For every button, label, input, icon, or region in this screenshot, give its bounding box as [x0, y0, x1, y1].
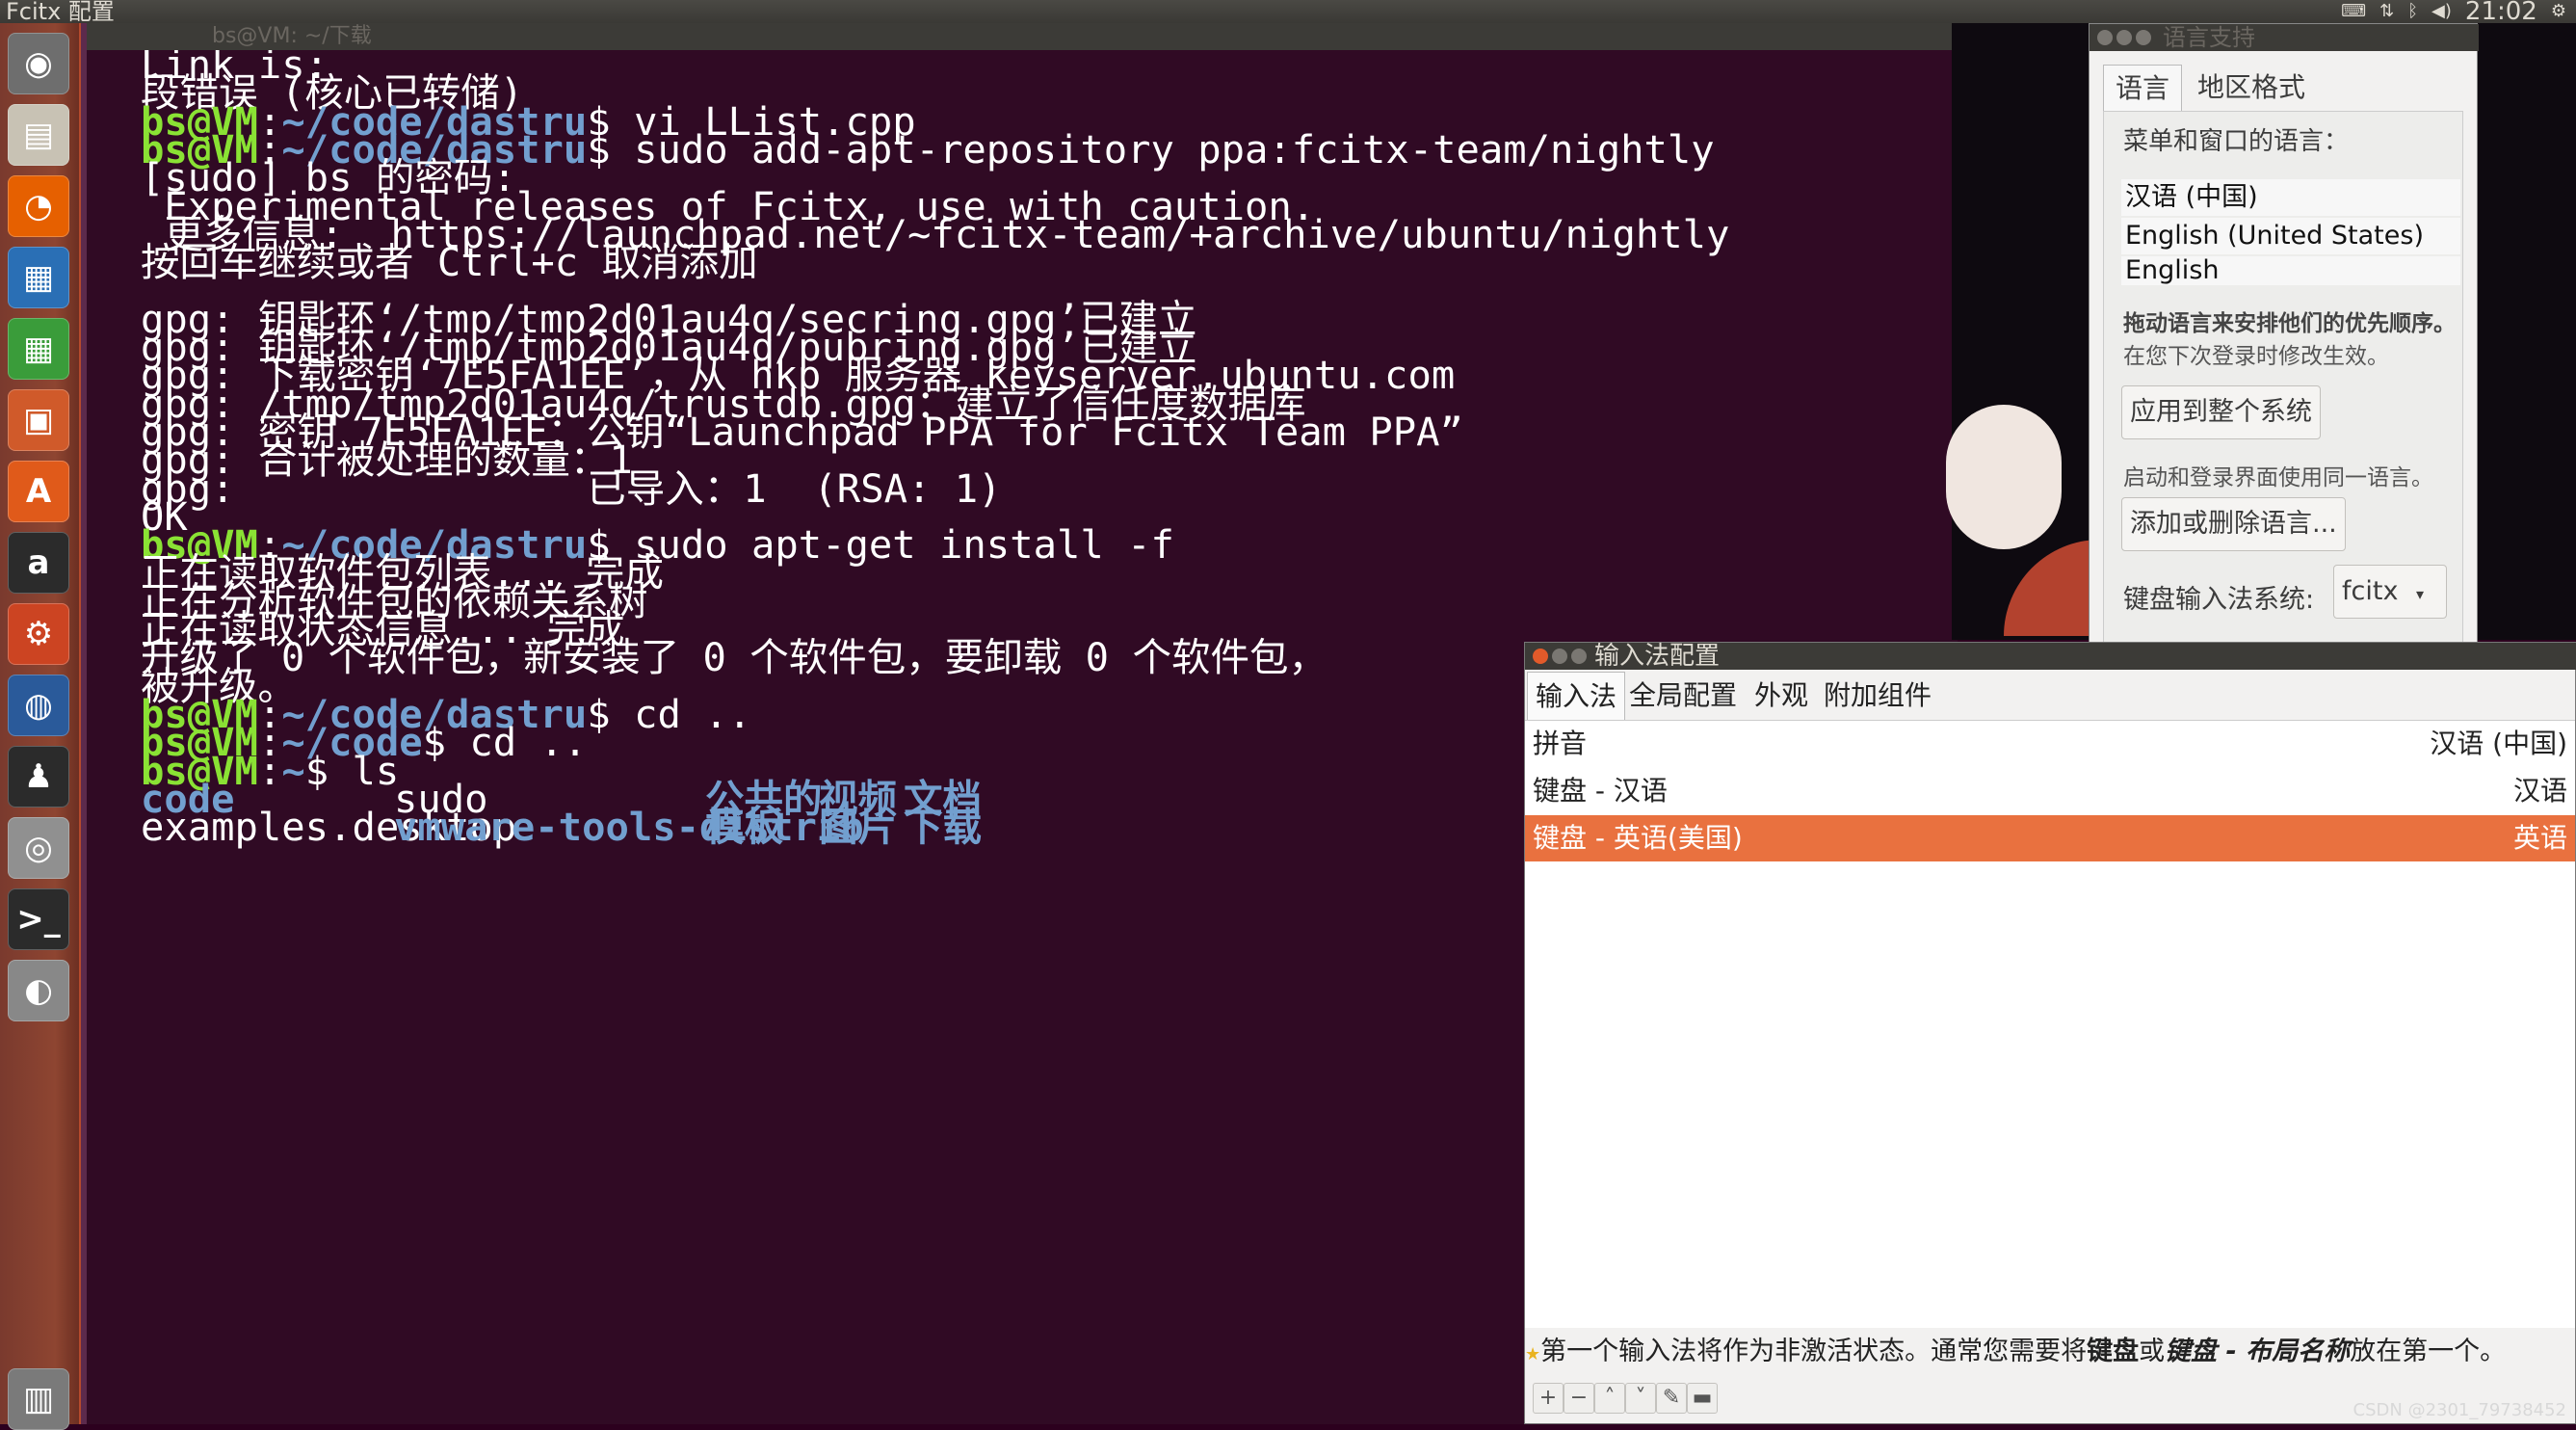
system-settings-icon[interactable]: ⚙ — [8, 603, 69, 665]
move-down-button[interactable]: ˅ — [1625, 1383, 1656, 1414]
fcitx-config-window[interactable]: 输入法配置 输入法 全局配置 外观 附加组件 拼音 汉语 (中国) 键盘 - 汉语 汉… — [1524, 642, 2576, 1424]
hint-bold-layout: 键盘 - 布局名称 — [2165, 1337, 2351, 1366]
apply-system-wide-button[interactable]: 应用到整个系统 — [2121, 385, 2321, 439]
hint-text: 放在第一个。 — [2350, 1337, 2507, 1366]
hint-bold-keyboard: 键盘 — [2087, 1337, 2140, 1366]
tab-addons[interactable]: 附加组件 — [1816, 672, 1939, 720]
menu-language-label: 菜单和窗口的语言： — [2123, 127, 2350, 156]
command-text: $ ls — [304, 747, 400, 794]
bluetooth-icon[interactable]: ᛒ — [2407, 0, 2418, 23]
prompt-path: ~ — [281, 747, 305, 794]
input-method-row[interactable]: 键盘 - 英语(美国) 英语 — [1525, 815, 2575, 861]
language-support-titlebar[interactable]: 语言支持 — [2090, 24, 2479, 51]
maximize-icon[interactable] — [1571, 649, 1587, 664]
keyboard-im-value: fcitx — [2342, 576, 2399, 606]
disk-icon[interactable]: ◍ — [8, 675, 69, 736]
calc-icon[interactable]: ▦ — [8, 318, 69, 380]
language-item[interactable]: 汉语 (中国) — [2121, 179, 2460, 216]
network-icon[interactable]: ⇅ — [2379, 0, 2394, 23]
ls-entry: vmware-tools-distrib — [394, 804, 864, 851]
input-method-name: 拼音 — [1533, 728, 1588, 759]
window-title: 语言支持 — [2163, 24, 2255, 51]
tab-input-method[interactable]: 输入法 — [1527, 672, 1626, 721]
input-method-language: 英语 — [2512, 822, 2567, 854]
language-item[interactable]: English — [2121, 256, 2460, 285]
clock[interactable]: 21:02 — [2465, 0, 2537, 24]
terminal-output-line: 按回车继续或者 Ctrl+c 取消添加 — [141, 239, 758, 286]
maximize-icon[interactable] — [2136, 30, 2151, 45]
ls-entry: 下载 — [904, 804, 982, 851]
volume-icon[interactable]: ◀) — [2431, 0, 2452, 23]
input-method-icon[interactable]: ⌨ — [2341, 0, 2366, 23]
move-up-button[interactable]: ˄ — [1594, 1383, 1625, 1414]
input-method-row[interactable]: 键盘 - 汉语 汉语 — [1525, 768, 2575, 814]
gear-icon[interactable]: ⚙ — [2551, 0, 2566, 23]
language-item[interactable]: English (United States) — [2121, 218, 2460, 254]
add-remove-language-button[interactable]: 添加或删除语言... — [2121, 497, 2346, 551]
command-text: $ sudo apt-get install -f — [587, 521, 1174, 569]
wallpaper-logo — [1946, 405, 2062, 549]
files-icon[interactable]: ▤ — [8, 104, 69, 166]
fcitx-titlebar[interactable]: 输入法配置 — [1525, 643, 2576, 670]
close-icon[interactable] — [1533, 649, 1548, 664]
keyboard-im-select[interactable]: fcitx ▾ — [2333, 565, 2447, 619]
trash-icon[interactable]: ▥ — [8, 1368, 69, 1430]
ls-entry: 图片 — [819, 804, 897, 851]
language-panel: 菜单和窗口的语言： 汉语 (中国) English (United States… — [2103, 111, 2463, 650]
firefox-icon[interactable]: ◔ — [8, 175, 69, 237]
launcher: ◉ ▤ ◔ ▦ ▦ ▣ Aa ⚙ ◍ ♟ ◎ >_ ◐ ▥ — [0, 23, 81, 1430]
add-button[interactable]: + — [1533, 1383, 1564, 1414]
minimize-icon[interactable] — [1552, 649, 1567, 664]
drag-hint: 在您下次登录时修改生效。 — [2123, 344, 2389, 369]
input-method-name: 键盘 - 英语(美国) — [1533, 822, 1743, 854]
tab-appearance[interactable]: 外观 — [1747, 672, 1816, 720]
terminal-icon[interactable]: >_ — [8, 888, 69, 950]
input-method-row[interactable]: 拼音 汉语 (中国) — [1525, 721, 2575, 767]
command-text: $ sudo add-apt-repository ppa:fcitx-team… — [587, 125, 1715, 172]
amazon-icon[interactable]: a — [8, 532, 69, 594]
terminal-titlebar[interactable]: bs@VM: ~/下载 — [87, 23, 1958, 50]
keyboard-im-label: 键盘输入法系统: — [2123, 585, 2315, 615]
keyboard-layout-button[interactable]: ▬ — [1687, 1383, 1718, 1414]
window-title: 输入法配置 — [1594, 642, 1721, 671]
input-method-language: 汉语 (中国) — [2430, 728, 2567, 759]
software-center-icon[interactable]: A — [8, 461, 69, 522]
remove-button[interactable]: − — [1564, 1383, 1594, 1414]
info-icon: ★ — [1525, 1344, 1541, 1364]
system-tray: ⌨ ⇅ ᛒ ◀) 21:02 ⚙ — [2341, 0, 2566, 24]
active-app-title: Fcitx 配置 — [6, 0, 115, 25]
tab-language[interactable]: 语言 — [2103, 65, 2183, 112]
configure-button[interactable]: ✎ — [1656, 1383, 1687, 1414]
hint-text: 第一个输入法将作为非激活状态。通常您需要将 — [1540, 1337, 2088, 1366]
terminal-output-line: 升级了 0 个软件包，新安装了 0 个软件包，要卸载 0 个软件包， — [141, 634, 1327, 681]
command-text: $ cd .. — [422, 719, 588, 766]
language-support-window[interactable]: 语言支持 语言 地区格式 菜单和窗口的语言： 汉语 (中国) English (… — [2089, 23, 2479, 659]
close-icon[interactable] — [2097, 30, 2113, 45]
terminal-output-line: gpg: 已导入：1 (RSA: 1) — [141, 464, 1002, 512]
dvd-icon[interactable]: ◐ — [8, 960, 69, 1021]
watermark: CSDN @2301_79738452 — [2353, 1400, 2566, 1420]
input-method-name: 键盘 - 汉语 — [1533, 775, 1668, 807]
input-method-list[interactable]: 拼音 汉语 (中国) 键盘 - 汉语 汉语键盘 - 英语(美国) 英语 — [1525, 720, 2575, 1328]
input-method-language: 汉语 — [2512, 775, 2567, 807]
minimize-icon[interactable] — [2116, 30, 2132, 45]
camera-icon[interactable]: ◎ — [8, 817, 69, 879]
drag-hint-bold: 拖动语言来安排他们的优先顺序。 — [2123, 311, 2456, 336]
dropdown-arrow-icon: ▾ — [2416, 585, 2425, 603]
writer-icon[interactable]: ▦ — [8, 247, 69, 308]
fcitx-hint: ★第一个输入法将作为非激活状态。通常您需要将键盘或键盘 - 布局名称放在第一个。 — [1525, 1331, 2575, 1373]
login-hint: 启动和登录界面使用同一语言。 — [2123, 465, 2433, 490]
ls-entry: 模板 — [705, 804, 783, 851]
top-panel: Fcitx 配置 ⌨ ⇅ ᛒ ◀) 21:02 ⚙ — [0, 0, 2576, 25]
ubuntu-dash-icon[interactable]: ◉ — [8, 33, 69, 94]
tab-region-format[interactable]: 地区格式 — [2186, 65, 2317, 111]
command-text: $ cd .. — [587, 690, 751, 737]
tab-global-config[interactable]: 全局配置 — [1621, 672, 1745, 720]
qq-icon[interactable]: ♟ — [8, 746, 69, 808]
impress-icon[interactable]: ▣ — [8, 389, 69, 451]
hint-text: 或 — [2139, 1337, 2166, 1366]
